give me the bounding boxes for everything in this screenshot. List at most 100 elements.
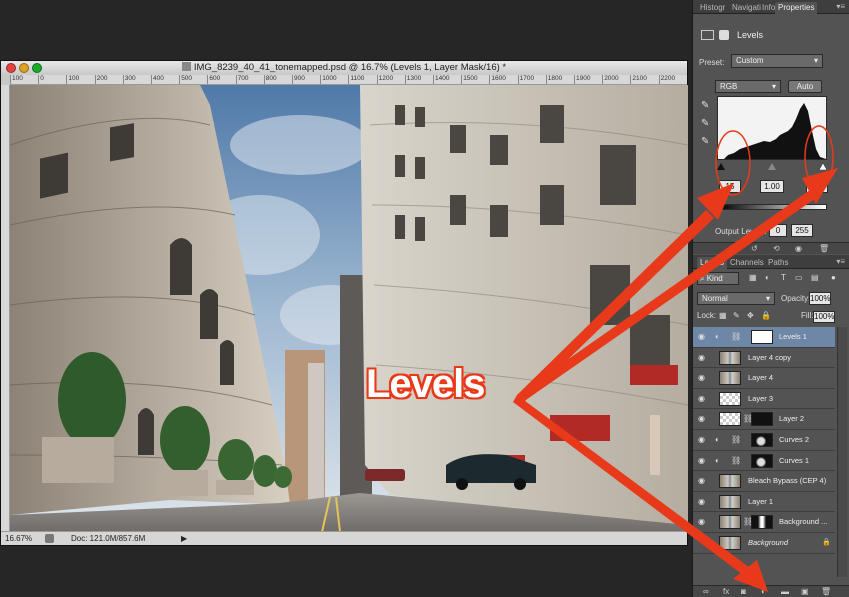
tab-paths[interactable]: Paths	[765, 257, 791, 269]
layer-mask-icon[interactable]	[719, 30, 729, 40]
horizontal-ruler[interactable]: 100 0 100 200 300 400 500 600 700 800 900 1000 1100 1…	[10, 75, 687, 85]
fill-field[interactable]: 100%	[813, 311, 835, 323]
input-white-field[interactable]: 248	[806, 180, 828, 193]
tab-channels[interactable]: Channels	[727, 257, 767, 269]
eye-icon[interactable]: ◉	[698, 476, 705, 485]
gray-eyedropper-icon[interactable]: ✎	[701, 118, 711, 130]
pixel-filter-icon[interactable]: ▦	[749, 273, 757, 282]
lock-all-icon[interactable]: 🔒	[761, 311, 771, 320]
channel-select[interactable]: RGB ▾	[715, 80, 781, 93]
layer-mask-thumbnail[interactable]	[751, 453, 773, 468]
tab-layers[interactable]: Layers	[697, 257, 728, 269]
clip-to-layer-icon[interactable]: ▣	[729, 244, 737, 253]
eye-icon[interactable]: ◉	[698, 456, 705, 465]
layer-row[interactable]: ◉ ◐ ⛓ Curves 2	[693, 429, 835, 451]
type-filter-icon[interactable]: T	[781, 273, 786, 282]
layer-row[interactable]: ◉ ⛓ Layer 2	[693, 409, 835, 430]
layer-row[interactable]: ◉ Layer 3	[693, 388, 835, 410]
layer-mask-thumbnail[interactable]	[751, 412, 773, 427]
eye-icon[interactable]: ◉	[698, 517, 705, 526]
output-levels-ramp[interactable]	[717, 204, 827, 210]
input-levels-slider[interactable]	[717, 162, 827, 170]
document-title-bar[interactable]: IMG_8239_40_41_tonemapped.psd @ 16.7% (L…	[1, 61, 687, 75]
trash-icon[interactable]: 🗑	[819, 244, 829, 253]
input-gamma-field[interactable]: 1.00	[760, 180, 784, 193]
tab-properties[interactable]: Properties	[775, 2, 818, 14]
layer-row[interactable]: Background 🔒	[693, 532, 835, 554]
layer-thumbnail[interactable]	[719, 474, 741, 489]
vertical-ruler[interactable]	[1, 85, 10, 531]
levels-adjustment-icon[interactable]	[701, 30, 714, 40]
smart-object-filter-icon[interactable]: ▤	[811, 273, 819, 282]
eye-icon[interactable]: ◉	[698, 497, 705, 506]
document-size-info: Doc: 121.0M/857.6M	[71, 534, 146, 543]
layer-thumbnail[interactable]	[719, 535, 741, 550]
delete-layer-icon[interactable]: 🗑	[821, 587, 831, 596]
layer-kind-select[interactable]: ⌕ Kind	[697, 272, 739, 285]
blend-mode-select[interactable]: Normal ▾	[697, 292, 775, 305]
new-group-icon[interactable]: ▬	[781, 587, 789, 596]
image-canvas[interactable]	[10, 85, 688, 532]
layer-mask-thumbnail[interactable]	[751, 432, 773, 447]
export-icon[interactable]	[45, 534, 54, 543]
layer-style-icon[interactable]: fx	[723, 587, 729, 596]
lock-position-icon[interactable]: ✥	[747, 311, 754, 320]
reset-icon[interactable]: ⟲	[773, 244, 780, 253]
layer-thumbnail[interactable]	[719, 515, 741, 530]
lock-transparent-icon[interactable]: ▦	[719, 311, 727, 320]
adjustment-filter-icon[interactable]: ◐	[765, 273, 770, 282]
new-layer-icon[interactable]: ▣	[801, 587, 809, 596]
layer-row[interactable]: ◉ Layer 4	[693, 368, 835, 389]
output-white-field[interactable]: 255	[791, 224, 813, 237]
layer-thumbnail[interactable]	[719, 371, 741, 386]
view-previous-icon[interactable]: ↺	[751, 244, 758, 253]
tab-histogram[interactable]: Histogr	[697, 2, 728, 14]
eye-icon[interactable]: ◉	[698, 332, 705, 341]
layer-thumbnail[interactable]	[719, 412, 741, 427]
zoom-level-field[interactable]: 16.67%	[5, 532, 32, 546]
ruler-origin[interactable]	[1, 75, 10, 85]
chain-link-icon[interactable]: ⛓	[731, 332, 741, 341]
layer-row[interactable]: ◉ Layer 1	[693, 491, 835, 513]
eye-icon[interactable]: ◉	[698, 414, 705, 423]
zoom-window-button[interactable]	[32, 63, 42, 73]
ruler-tick: 2100	[630, 75, 647, 84]
preset-select[interactable]: Custom ▾	[731, 54, 823, 68]
white-eyedropper-icon[interactable]: ✎	[701, 136, 711, 148]
layer-row[interactable]: ◉ ⛓ Background ...	[693, 512, 835, 533]
input-black-field[interactable]: 15	[719, 180, 741, 193]
eye-icon[interactable]: ◉	[698, 353, 705, 362]
document-status-bar: 16.67% Doc: 121.0M/857.6M ▶	[1, 531, 687, 545]
add-mask-icon[interactable]: ◙	[741, 587, 746, 596]
eye-icon[interactable]: ◉	[698, 394, 705, 403]
minimize-window-button[interactable]	[19, 63, 29, 73]
layer-row[interactable]: ◉ Bleach Bypass (CEP 4)	[693, 471, 835, 492]
panel-menu-icon[interactable]: ▾≡	[836, 257, 845, 266]
opacity-field[interactable]: 100%	[809, 292, 831, 305]
eye-icon[interactable]: ◉	[698, 373, 705, 382]
new-adjustment-layer-icon[interactable]: ◐	[761, 587, 766, 596]
lock-pixels-icon[interactable]: ✎	[733, 311, 740, 320]
layer-mask-thumbnail[interactable]	[751, 330, 773, 344]
close-window-button[interactable]	[6, 63, 16, 73]
chain-link-icon[interactable]: ⛓	[731, 435, 741, 444]
shape-filter-icon[interactable]: ▭	[795, 273, 803, 282]
black-eyedropper-icon[interactable]: ✎	[701, 100, 711, 112]
visibility-eye-icon[interactable]: ◉	[795, 244, 802, 253]
layer-thumbnail[interactable]	[719, 391, 741, 406]
eye-icon[interactable]: ◉	[698, 435, 705, 444]
layer-row[interactable]: ◉ ◐ ⛓ Curves 1	[693, 450, 835, 472]
layer-row[interactable]: ◉ Layer 4 copy	[693, 347, 835, 369]
auto-button[interactable]: Auto	[788, 80, 822, 93]
layer-thumbnail[interactable]	[719, 494, 741, 509]
status-menu-arrow[interactable]: ▶	[181, 532, 187, 546]
link-layers-icon[interactable]: ∞	[703, 587, 709, 596]
layer-row[interactable]: ◉ ◐ ⛓ Levels 1	[693, 327, 835, 348]
panel-menu-icon[interactable]: ▾≡	[836, 2, 845, 11]
layer-thumbnail[interactable]	[719, 350, 741, 365]
filter-toggle-icon[interactable]: ●	[831, 273, 836, 282]
chain-link-icon[interactable]: ⛓	[731, 456, 741, 465]
layers-scrollbar[interactable]	[837, 327, 847, 577]
layer-mask-thumbnail[interactable]	[751, 515, 773, 530]
output-black-field[interactable]: 0	[769, 224, 787, 237]
